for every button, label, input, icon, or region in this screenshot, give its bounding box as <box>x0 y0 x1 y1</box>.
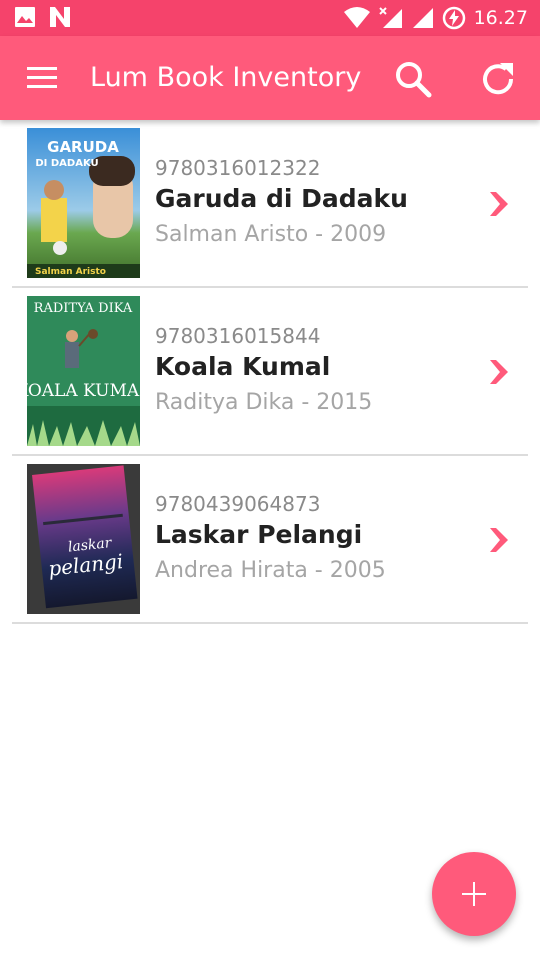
book-author-year: Andrea Hirata - 2005 <box>155 558 386 583</box>
add-book-button[interactable] <box>432 852 516 936</box>
book-isbn: 9780439064873 <box>155 492 321 516</box>
plus-icon <box>462 882 486 906</box>
book-cover: laskar pelangi <box>27 464 140 614</box>
chevron-right-icon[interactable] <box>486 526 510 554</box>
book-title: Laskar Pelangi <box>155 520 363 549</box>
book-list: GARUDA DI DADAKU Salman Aristo 978031601… <box>0 120 540 624</box>
gallery-icon <box>15 7 35 27</box>
signal-icon <box>412 8 433 28</box>
cover-author-text: Salman Aristo <box>35 267 106 277</box>
cover-title-text: RADITYA DIKA <box>34 301 133 316</box>
cover-title-text: GARUDA <box>47 138 119 156</box>
book-author-year: Salman Aristo - 2009 <box>155 222 387 247</box>
book-isbn: 9780316015844 <box>155 324 321 348</box>
chevron-right-icon[interactable] <box>486 358 510 386</box>
book-list-item[interactable]: RADITYA DIKA KOALA KUMAL 9780316015844 K… <box>0 288 540 456</box>
n-notification-icon <box>50 7 70 27</box>
battery-charging-icon <box>442 6 465 30</box>
book-list-item[interactable]: laskar pelangi 9780439064873 Laskar Pela… <box>0 456 540 624</box>
search-icon[interactable] <box>392 58 434 100</box>
book-list-item[interactable]: GARUDA DI DADAKU Salman Aristo 978031601… <box>0 120 540 288</box>
book-author-year: Raditya Dika - 2015 <box>155 390 373 415</box>
book-isbn: 9780316012322 <box>155 156 321 180</box>
divider <box>12 622 528 624</box>
book-cover: GARUDA DI DADAKU Salman Aristo <box>27 128 140 278</box>
status-bar: 16.27 <box>0 0 540 36</box>
book-title: Koala Kumal <box>155 352 331 381</box>
chevron-right-icon[interactable] <box>486 190 510 218</box>
page-title: Lum Book Inventory <box>90 62 362 93</box>
refresh-icon[interactable] <box>478 58 520 100</box>
hamburger-menu-icon[interactable] <box>24 62 60 94</box>
cover-subtitle-text: KOALA KUMAL <box>27 381 140 401</box>
app-toolbar: Lum Book Inventory <box>0 36 540 120</box>
mobile-data-off-icon <box>378 7 402 28</box>
cover-subtitle-text: DI DADAKU <box>35 158 98 169</box>
wifi-icon <box>343 7 370 28</box>
book-title: Garuda di Dadaku <box>155 184 408 213</box>
book-cover: RADITYA DIKA KOALA KUMAL <box>27 296 140 446</box>
clock: 16.27 <box>473 7 528 29</box>
